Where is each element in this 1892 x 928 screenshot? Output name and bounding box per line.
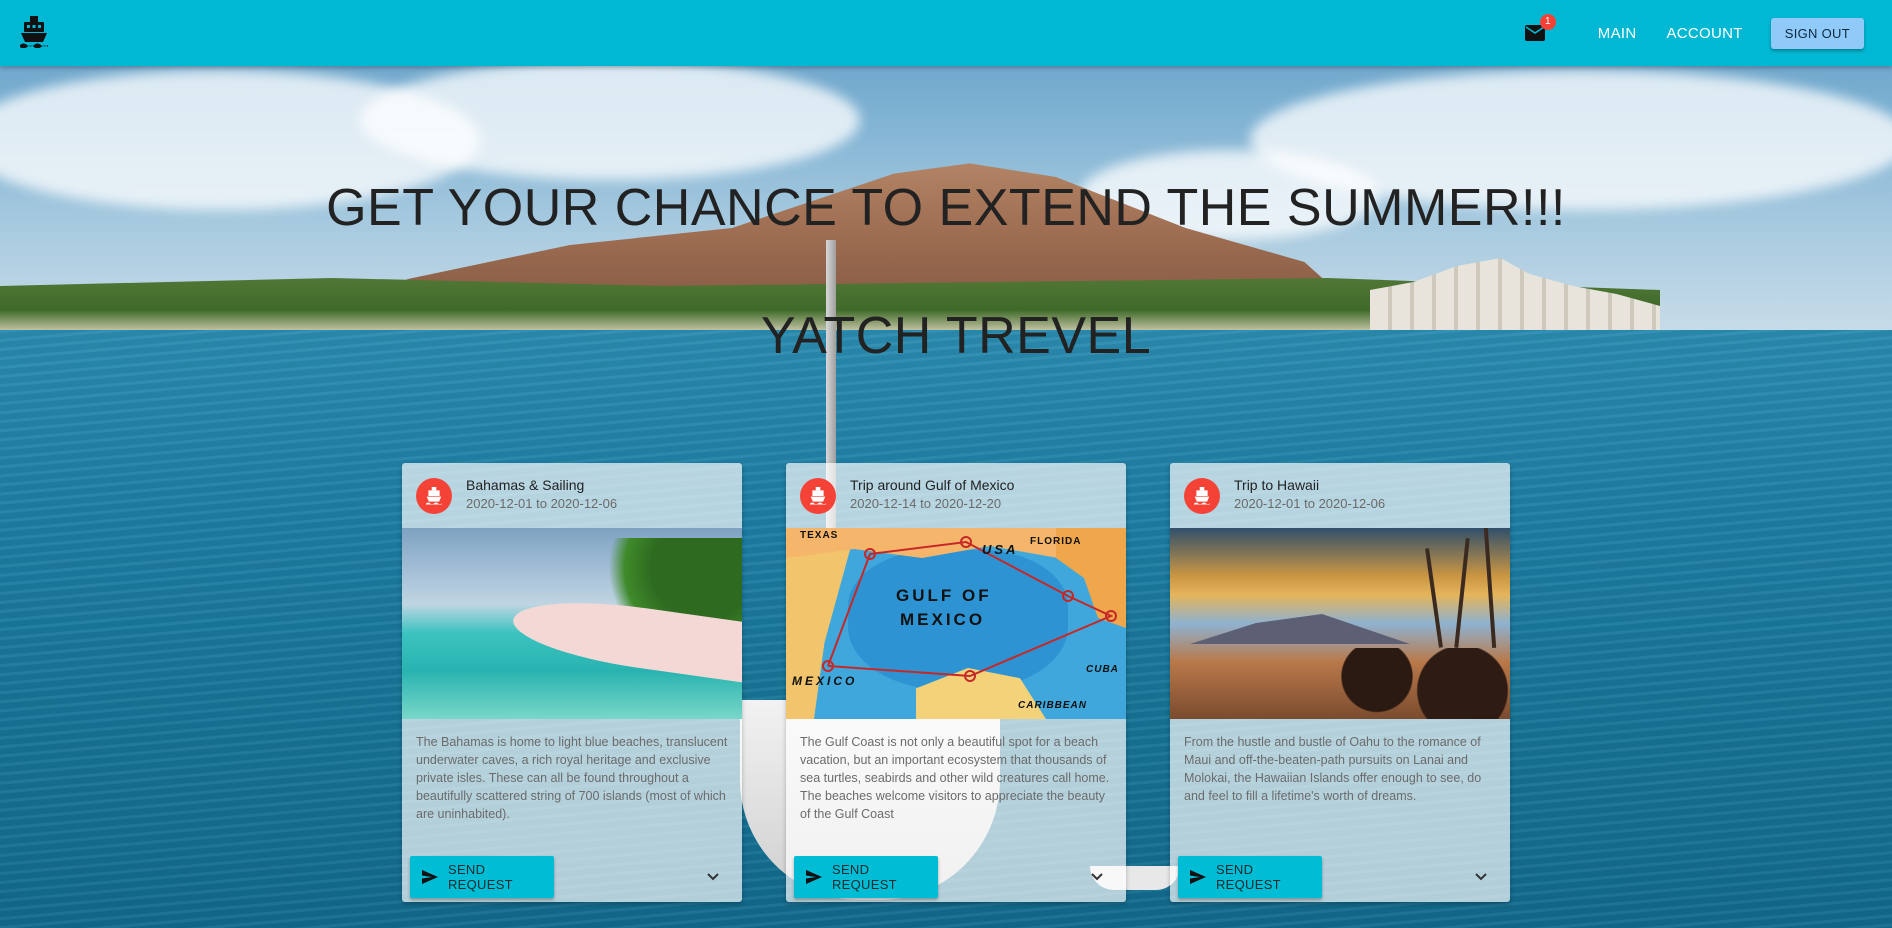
map-label: MEXICO [900,610,986,629]
card-description: The Gulf Coast is not only a beautiful s… [800,735,1110,821]
send-icon [422,870,438,884]
map-label: TEXAS [800,530,839,541]
card-header: Bahamas & Sailing 2020-12-01 to 2020-12-… [402,463,742,528]
send-icon [1190,870,1206,884]
trip-card: Trip around Gulf of Mexico 2020-12-14 to… [786,463,1126,902]
palm-tree [1483,528,1497,648]
palm-tree [1425,548,1443,648]
card-description: The Bahamas is home to light blue beache… [416,735,728,821]
card-actions: SEND REQUEST [786,850,1126,902]
card-title: Bahamas & Sailing [466,477,585,493]
send-icon [806,870,822,884]
send-request-label: SEND REQUEST [1215,862,1281,892]
card-dates: 2020-12-14 to 2020-12-20 [850,496,1002,511]
app-bar: 1 MAIN ACCOUNT SIGN OUT [0,0,1892,66]
map-label: MEXICO [792,674,858,688]
ship-icon [1194,487,1210,505]
card-dates: 2020-12-01 to 2020-12-06 [466,496,618,511]
top-nav: 1 MAIN ACCOUNT SIGN OUT [1520,0,1864,66]
palm-tree [1454,538,1470,648]
hero-subheadline: YATCH TREVEL [760,307,1152,365]
card-actions: SEND REQUEST [402,850,742,902]
main-link[interactable]: MAIN [1586,17,1649,50]
send-request-label: SEND REQUEST [831,862,897,892]
account-link[interactable]: ACCOUNT [1654,17,1754,50]
card-actions: SEND REQUEST [1170,850,1510,902]
map-label: CUBA [1086,664,1119,675]
mail-button[interactable]: 1 [1520,14,1556,48]
notification-badge: 1 [1539,14,1556,30]
map-label: GULF OF [896,586,992,605]
card-image-map: GULF OF MEXICO USA MEXICO FLORIDA TEXAS … [786,528,1126,719]
cloud [360,60,860,180]
map-label: FLORIDA [1030,536,1082,547]
card-title: Trip around Gulf of Mexico [850,477,1015,493]
chevron-down-icon[interactable] [1474,870,1488,884]
map-label: CARIBBEAN [1018,700,1087,711]
card-image-hawaii [1170,528,1510,719]
rocks [1320,648,1510,719]
avatar [416,478,452,514]
send-request-button[interactable]: SEND REQUEST [410,856,554,898]
ship-logo-icon[interactable] [20,16,48,49]
card-header: Trip to Hawaii 2020-12-01 to 2020-12-06 [1170,463,1510,528]
hero-headline: GET YOUR CHANCE TO EXTEND THE SUMMER!!! [326,179,1566,237]
trip-card: Bahamas & Sailing 2020-12-01 to 2020-12-… [402,463,742,902]
avatar [1184,478,1220,514]
island [1190,614,1410,644]
chevron-down-icon[interactable] [706,870,720,884]
sign-out-button[interactable]: SIGN OUT [1770,17,1864,49]
card-title: Trip to Hawaii [1234,477,1320,493]
card-dates: 2020-12-01 to 2020-12-06 [1234,496,1386,511]
send-request-button[interactable]: SEND REQUEST [794,856,938,898]
avatar [800,478,836,514]
ship-icon [810,487,826,505]
send-request-button[interactable]: SEND REQUEST [1178,856,1322,898]
ship-icon [426,487,442,505]
trip-card: Trip to Hawaii 2020-12-01 to 2020-12-06 … [1170,463,1510,902]
map-label: USA [982,542,1019,557]
trip-cards: Bahamas & Sailing 2020-12-01 to 2020-12-… [402,463,1510,902]
card-image-beach [402,528,742,719]
card-header: Trip around Gulf of Mexico 2020-12-14 to… [786,463,1126,528]
card-description: From the hustle and bustle of Oahu to th… [1184,735,1482,803]
chevron-down-icon[interactable] [1090,870,1104,884]
send-request-label: SEND REQUEST [447,862,513,892]
